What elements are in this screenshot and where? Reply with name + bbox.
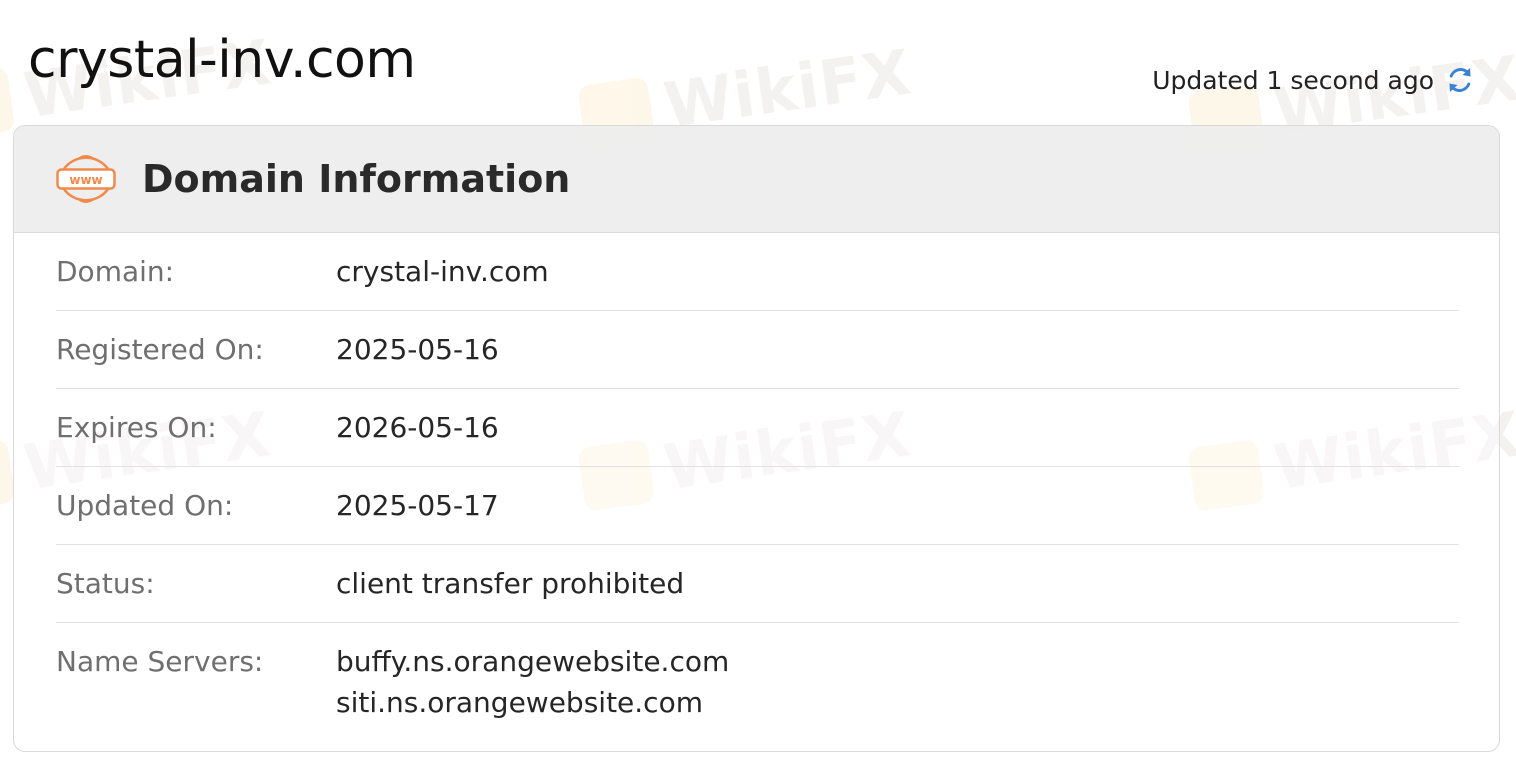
detail-row-domain: Domain: crystal-inv.com <box>56 233 1459 311</box>
eagle-logo-icon <box>0 66 16 140</box>
refresh-icon[interactable] <box>1444 64 1476 96</box>
row-label: Status: <box>56 567 155 600</box>
row-value: client transfer prohibited <box>336 567 685 600</box>
name-server: siti.ns.orangewebsite.com <box>336 686 703 719</box>
detail-row-updated: Updated On: 2025-05-17 <box>56 467 1459 545</box>
row-value: 2025-05-16 <box>336 333 499 366</box>
detail-row-name-servers: Name Servers: buffy.ns.orangewebsite.com… <box>56 623 1459 719</box>
card-header: www Domain Information <box>14 126 1499 233</box>
row-label: Expires On: <box>56 411 217 444</box>
update-status: Updated 1 second ago <box>1152 64 1476 96</box>
row-label: Updated On: <box>56 489 234 522</box>
row-label: Domain: <box>56 255 175 288</box>
updated-text: Updated 1 second ago <box>1152 65 1434 95</box>
row-value: 2026-05-16 <box>336 411 499 444</box>
detail-row-registered: Registered On: 2025-05-16 <box>56 311 1459 389</box>
row-label: Registered On: <box>56 333 264 366</box>
www-icon: www <box>56 155 116 203</box>
card-title: Domain Information <box>142 157 571 201</box>
domain-info-card: www Domain Information Domain: crystal-i… <box>13 125 1500 752</box>
row-value: 2025-05-17 <box>336 489 499 522</box>
row-value: crystal-inv.com <box>336 255 549 288</box>
page-title: crystal-inv.com <box>28 30 416 90</box>
detail-row-expires: Expires On: 2026-05-16 <box>56 389 1459 467</box>
detail-row-status: Status: client transfer prohibited <box>56 545 1459 623</box>
domain-details: Domain: crystal-inv.com Registered On: 2… <box>14 233 1499 719</box>
svg-text:www: www <box>69 173 102 187</box>
name-server: buffy.ns.orangewebsite.com <box>336 645 730 678</box>
name-server-list: buffy.ns.orangewebsite.com siti.ns.orang… <box>336 645 729 719</box>
row-label: Name Servers: <box>56 645 264 678</box>
